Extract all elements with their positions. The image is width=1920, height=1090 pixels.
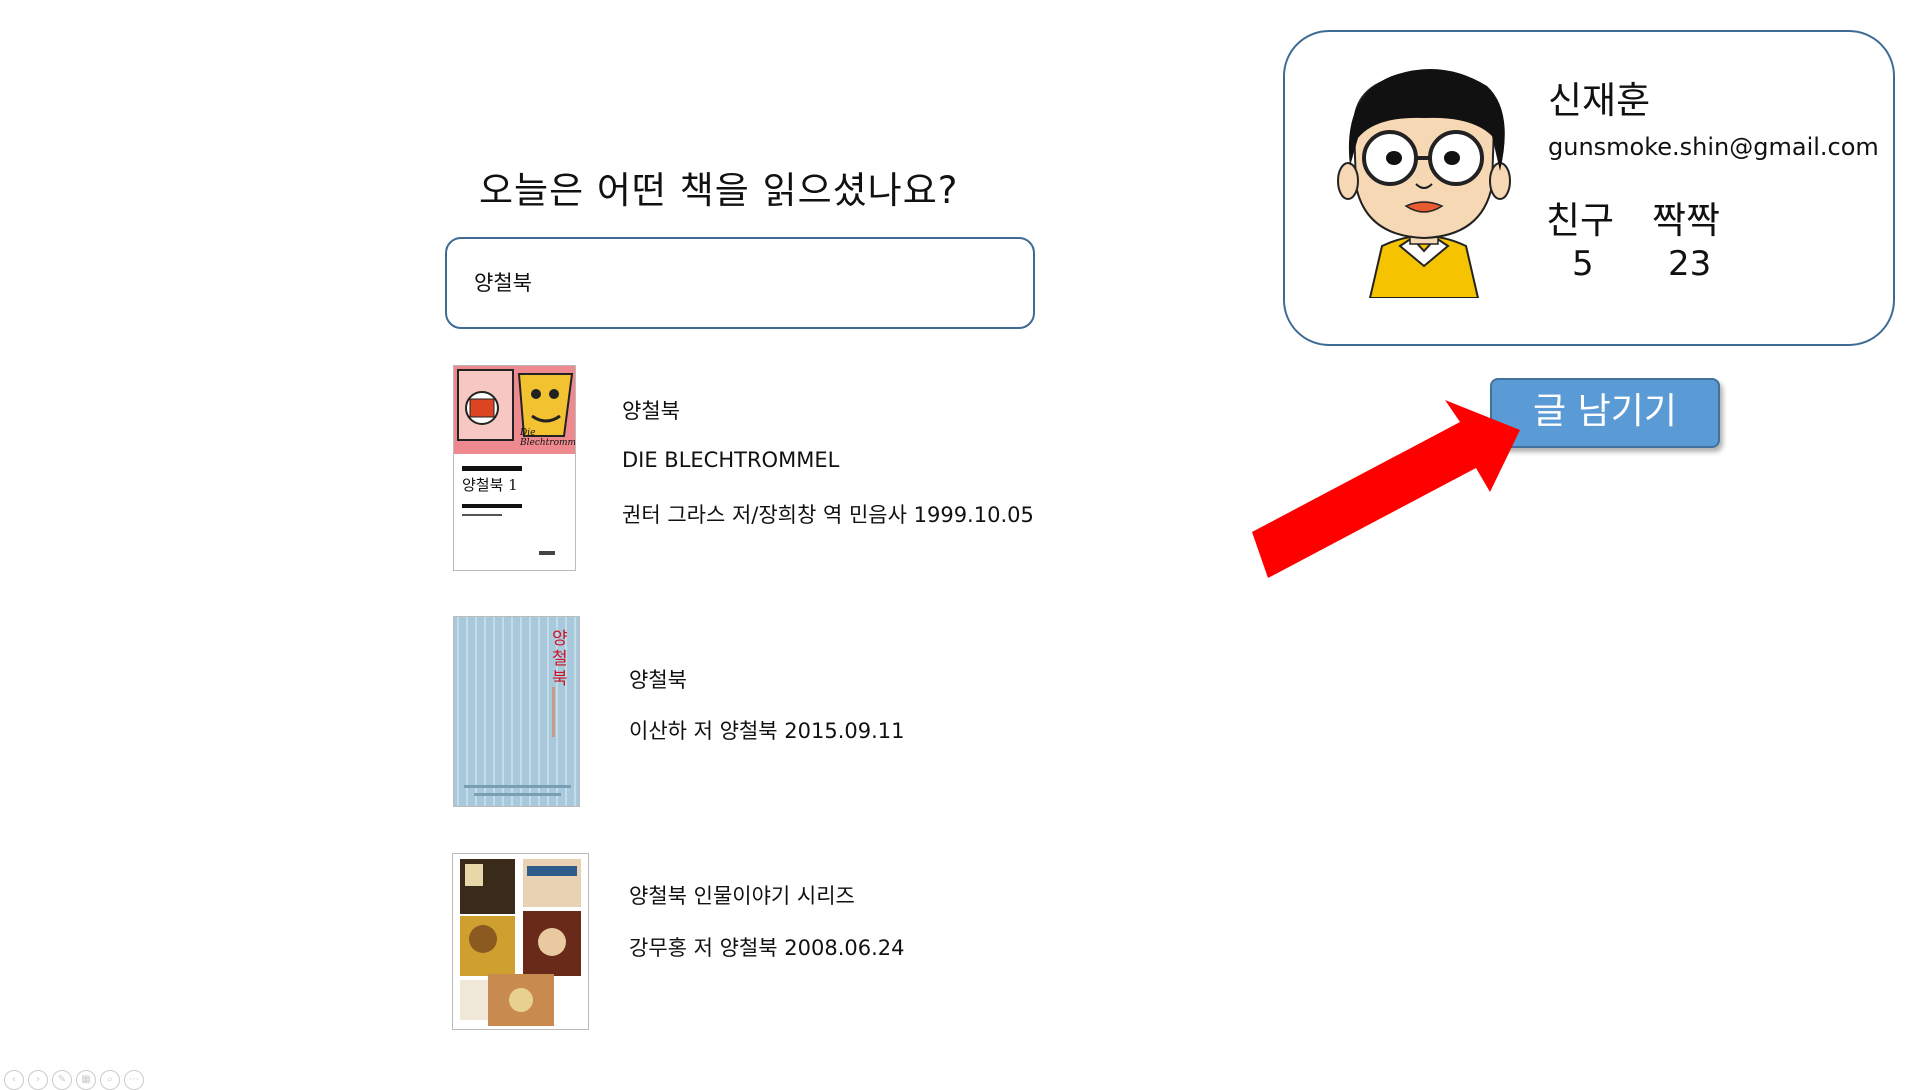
friends-count[interactable]: 5 bbox=[1572, 244, 1594, 284]
book-cover[interactable]: 양철북 bbox=[453, 616, 580, 807]
book-cover[interactable] bbox=[452, 853, 589, 1030]
result-meta: 강무홍 저 양철북 2008.06.24 bbox=[629, 936, 905, 960]
book-cover-subtitle: Die Blechtrommel bbox=[520, 428, 576, 448]
friends-label[interactable]: 친구 bbox=[1546, 190, 1614, 244]
next-slide-icon[interactable]: › bbox=[28, 1070, 48, 1090]
avatar bbox=[1332, 66, 1516, 302]
partner-label[interactable]: 짝짝 bbox=[1652, 190, 1720, 244]
result-title[interactable]: 양철북 인물이야기 시리즈 bbox=[629, 880, 855, 910]
zoom-icon[interactable]: ⌕ bbox=[100, 1070, 120, 1090]
more-icon[interactable]: ⋯ bbox=[124, 1070, 144, 1090]
book-cover-title: 양철북 1 bbox=[462, 476, 518, 494]
page-question: 오늘은 어떤 책을 읽으셨나요? bbox=[479, 169, 959, 212]
search-box[interactable] bbox=[445, 237, 1035, 329]
result-meta: 권터 그라스 저/장희창 역 민음사 1999.10.05 bbox=[622, 503, 1034, 527]
search-input[interactable] bbox=[472, 269, 1016, 295]
profile-name: 신재훈 bbox=[1548, 79, 1651, 122]
result-meta: 이산하 저 양철북 2015.09.11 bbox=[629, 719, 905, 743]
pen-icon[interactable]: ✎ bbox=[52, 1070, 72, 1090]
book-cover-art bbox=[454, 366, 575, 555]
result-title[interactable]: 양철북 bbox=[622, 395, 680, 425]
partner-count[interactable]: 23 bbox=[1668, 244, 1711, 284]
slides-icon[interactable]: ▦ bbox=[76, 1070, 96, 1090]
book-cover[interactable]: 양철북 1 Die Blechtrommel bbox=[453, 365, 576, 571]
book-cover-title: 양철북 bbox=[552, 629, 568, 689]
slide-controls[interactable]: ‹ › ✎ ▦ ⌕ ⋯ bbox=[4, 1070, 144, 1090]
result-subtitle: DIE BLECHTROMMEL bbox=[622, 448, 840, 472]
book-cover-art bbox=[460, 859, 581, 1026]
red-arrow-annotation bbox=[1252, 400, 1520, 578]
profile-email: gunsmoke.shin@gmail.com bbox=[1548, 133, 1879, 161]
prev-slide-icon[interactable]: ‹ bbox=[4, 1070, 24, 1090]
result-title[interactable]: 양철북 bbox=[629, 664, 687, 694]
